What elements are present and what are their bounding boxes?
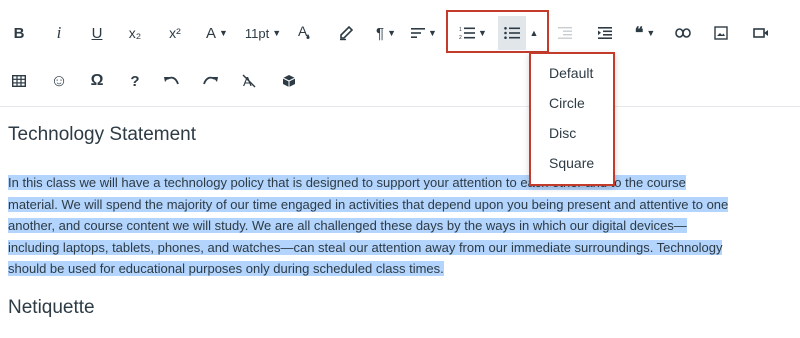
table-button[interactable] (8, 64, 30, 98)
selected-paragraph[interactable]: In this class we will have a technology … (8, 172, 788, 280)
highlighter-icon (340, 25, 354, 41)
undo-button[interactable] (160, 64, 182, 98)
link-icon (675, 28, 691, 38)
superscript-button[interactable]: x² (164, 16, 186, 50)
outdent-icon (558, 27, 572, 39)
text-color-button[interactable]: A (296, 16, 314, 50)
paragraph-button[interactable]: ¶ ▼ (370, 16, 402, 50)
redo-icon (203, 76, 218, 85)
paragraph-line-3: another, and course content we will stud… (8, 218, 687, 233)
paragraph-line-4: including laptops, tablets, phones, and … (8, 239, 723, 255)
emoji-button[interactable]: ☺ (48, 64, 70, 98)
italic-button[interactable]: i (50, 16, 68, 50)
toolbar-row-2: ☺ Ω ? A (0, 64, 800, 98)
chevron-down-icon: ▼ (646, 28, 656, 38)
indent-button[interactable] (594, 16, 616, 50)
menu-item-default[interactable]: Default (549, 65, 593, 81)
chevron-down-icon: ▼ (387, 28, 396, 38)
cube-icon (282, 75, 296, 87)
paragraph-line-2: material. We will spend the majority of … (8, 196, 729, 212)
editor-toolbar: B i U x₂ x² A ▼ 11pt ▼ A ¶ ▼ ▼ 1 2 ▼ ▲ ❝… (0, 0, 800, 107)
blockquote-button[interactable]: ❝ ▼ (628, 16, 662, 50)
indent-icon (598, 27, 612, 39)
heading-netiquette: Netiquette (8, 297, 95, 318)
subscript-button[interactable]: x₂ (124, 16, 146, 50)
list-buttons-highlight (446, 10, 549, 53)
outdent-button[interactable] (554, 16, 576, 50)
heading-technology-statement: Technology Statement (8, 124, 197, 145)
align-left-icon (411, 28, 426, 38)
font-size-label: 11pt (244, 25, 270, 41)
underline-button[interactable]: U (88, 16, 106, 50)
undo-icon (164, 76, 179, 85)
toolbar-row-1: B i U x₂ x² A ▼ 11pt ▼ A ¶ ▼ ▼ 1 2 ▼ ▲ ❝… (0, 16, 800, 50)
svg-text:A: A (298, 24, 308, 39)
align-button[interactable]: ▼ (408, 16, 440, 50)
font-size-select[interactable]: 11pt ▼ (241, 16, 285, 50)
apps-button[interactable] (278, 64, 300, 98)
clear-formatting-icon: A (242, 74, 256, 88)
text-color-icon: A (298, 24, 310, 39)
media-button[interactable] (750, 16, 772, 50)
link-button[interactable] (672, 16, 694, 50)
table-icon (12, 75, 26, 87)
clear-formatting-button[interactable]: A (238, 64, 260, 98)
image-button[interactable] (710, 16, 732, 50)
smiley-icon: ☺ (50, 71, 68, 90)
paragraph-line-5: should be used for educational purposes … (8, 261, 444, 276)
font-color-label: A (206, 24, 217, 42)
bold-button[interactable]: B (10, 16, 28, 50)
chevron-down-icon: ▼ (272, 28, 282, 38)
menu-item-circle[interactable]: Circle (549, 95, 585, 111)
bullet-style-menu: Default Circle Disc Square (529, 52, 615, 186)
image-icon (714, 26, 728, 40)
font-color-button[interactable]: A ▼ (202, 16, 232, 50)
chevron-down-icon: ▼ (219, 28, 228, 38)
menu-item-square[interactable]: Square (549, 155, 594, 171)
menu-item-disc[interactable]: Disc (549, 125, 576, 141)
quote-icon: ❝ (634, 25, 644, 42)
special-char-button[interactable]: Ω (86, 64, 108, 98)
redo-button[interactable] (200, 64, 222, 98)
video-icon (753, 28, 768, 38)
highlight-button[interactable] (336, 16, 356, 50)
paragraph-line-1: In this class we will have a technology … (8, 175, 686, 190)
chevron-down-icon: ▼ (428, 28, 437, 38)
pilcrow-icon: ¶ (376, 24, 385, 42)
help-button[interactable]: ? (126, 64, 144, 98)
